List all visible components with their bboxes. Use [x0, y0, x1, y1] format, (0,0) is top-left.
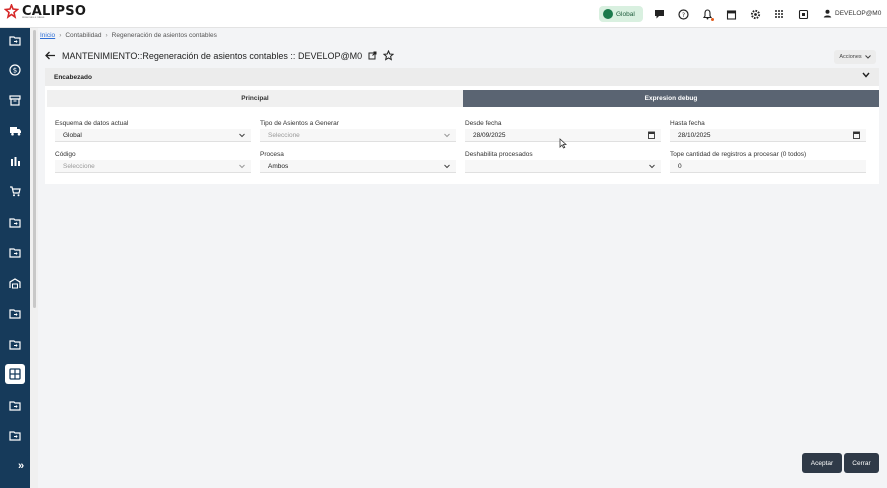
sidebar-money-icon[interactable]: $	[5, 60, 25, 80]
environment-label: Global	[616, 10, 635, 18]
globe-icon	[603, 9, 613, 19]
actions-label: Acciones	[839, 54, 862, 60]
apps-grid-icon[interactable]	[773, 8, 785, 20]
breadcrumb-item[interactable]: Contabilidad	[65, 32, 101, 39]
tope-field: Tope cantidad de registros a procesar (0…	[670, 151, 866, 173]
sidebar-truck-icon[interactable]	[5, 121, 25, 141]
codigo-placeholder: Seleccione	[63, 162, 95, 170]
favorite-star-icon[interactable]	[383, 50, 395, 61]
hasta-fecha-field: Hasta fecha 28/10/2025	[670, 120, 866, 142]
chevron-down-icon	[862, 72, 870, 78]
breadcrumb-home-link[interactable]: Inicio	[40, 32, 55, 39]
hasta-fecha-label: Hasta fecha	[670, 120, 705, 127]
tipo-asientos-field: Tipo de Asientos a Generar Seleccione	[260, 120, 456, 142]
deshabilita-select[interactable]	[465, 160, 661, 173]
close-button[interactable]: Cerrar	[844, 453, 879, 473]
accept-button[interactable]: Aceptar	[802, 453, 842, 473]
calipso-logo-icon	[4, 4, 19, 19]
tab-principal[interactable]: Principal	[47, 90, 463, 107]
calendar-icon[interactable]	[853, 131, 860, 139]
brand-logo[interactable]: CALIPSO	[4, 4, 86, 19]
deshabilita-label: Deshabilita procesados	[465, 151, 533, 158]
deshabilita-field: Deshabilita procesados	[465, 151, 661, 173]
tab-expresion-debug[interactable]: Expresion debug	[463, 90, 879, 107]
sidebar-folder-icon[interactable]	[5, 30, 25, 50]
procesa-label: Procesa	[260, 151, 284, 158]
sidebar: $	[0, 28, 30, 488]
notifications-bell-icon[interactable]	[701, 8, 714, 21]
svg-text:$: $	[13, 67, 17, 75]
hasta-fecha-input[interactable]: 28/10/2025	[670, 129, 866, 142]
user-label: DEVELOP@M0	[835, 10, 882, 17]
tope-label: Tope cantidad de registros a procesar (0…	[670, 151, 807, 158]
schema-select[interactable]: Global	[55, 129, 251, 142]
back-arrow-icon[interactable]	[45, 51, 56, 60]
chevron-down-icon	[444, 133, 450, 138]
chevron-down-icon	[864, 55, 871, 59]
environment-selector[interactable]: Global	[599, 6, 643, 22]
help-icon[interactable]: ?	[677, 8, 689, 20]
open-external-icon[interactable]	[368, 51, 377, 60]
tipo-asientos-placeholder: Seleccione	[268, 131, 300, 139]
brand-tagline: sistemas e ideas	[22, 15, 45, 19]
sidebar-accounting-table-icon[interactable]	[5, 364, 25, 384]
chevron-down-icon	[239, 133, 245, 138]
settings-gear-icon[interactable]	[749, 8, 761, 20]
sidebar-expand-button[interactable]: »	[10, 454, 32, 478]
sidebar-folder-icon[interactable]	[5, 395, 25, 415]
codigo-select[interactable]: Seleccione	[55, 160, 251, 173]
hasta-fecha-value: 28/10/2025	[678, 131, 711, 139]
actions-dropdown[interactable]: Acciones	[834, 50, 876, 64]
chevron-down-icon	[239, 164, 245, 169]
section-header[interactable]: Encabezado	[45, 68, 879, 86]
tope-input[interactable]: 0	[670, 160, 866, 173]
svg-text:?: ?	[681, 12, 684, 19]
chat-icon[interactable]	[653, 8, 665, 20]
schema-label: Esquema de datos actual	[55, 120, 129, 127]
chevron-down-icon	[649, 164, 655, 169]
schema-value: Global	[63, 131, 82, 139]
sidebar-folder-icon[interactable]	[5, 303, 25, 323]
chevron-right-icon: ›	[59, 32, 62, 39]
user-menu[interactable]: DEVELOP@M0	[823, 9, 881, 18]
procesa-field: Procesa Ambos	[260, 151, 456, 173]
sidebar-folder-icon[interactable]	[5, 334, 25, 354]
sidebar-folder-icon[interactable]	[5, 242, 25, 262]
tipo-asientos-select[interactable]: Seleccione	[260, 129, 456, 142]
form-panel: Encabezado Principal Expresion debug Esq…	[45, 68, 879, 184]
page-title: MANTENIMIENTO::Regeneración de asientos …	[62, 50, 363, 61]
window-icon[interactable]	[797, 8, 809, 20]
calendar-icon[interactable]	[725, 8, 737, 20]
notification-dot	[711, 18, 714, 21]
double-chevron-right-icon: »	[17, 460, 25, 472]
sidebar-cart-icon[interactable]	[5, 181, 25, 201]
tab-bar: Principal Expresion debug	[47, 90, 879, 107]
user-icon	[823, 9, 832, 18]
procesa-value: Ambos	[268, 162, 289, 170]
top-bar: CALIPSO sistemas e ideas Global ? DEVELO…	[0, 0, 887, 28]
chevron-down-icon	[444, 164, 450, 169]
sidebar-warehouse-icon[interactable]	[5, 273, 25, 293]
sidebar-folder-icon[interactable]	[5, 212, 25, 232]
codigo-field: Código Seleccione	[55, 151, 251, 173]
sidebar-archive-icon[interactable]	[5, 90, 25, 110]
calendar-icon[interactable]	[648, 131, 655, 139]
desde-fecha-value: 28/09/2025	[473, 131, 506, 139]
sidebar-folder-icon[interactable]	[5, 425, 25, 445]
breadcrumb: Inicio › Contabilidad › Regeneración de …	[40, 32, 217, 39]
sidebar-bar-chart-icon[interactable]	[5, 151, 25, 171]
tipo-asientos-label: Tipo de Asientos a Generar	[260, 120, 339, 127]
codigo-label: Código	[55, 151, 76, 158]
schema-field: Esquema de datos actual Global	[55, 120, 251, 142]
page-header: MANTENIMIENTO::Regeneración de asientos …	[45, 50, 395, 61]
procesa-select[interactable]: Ambos	[260, 160, 456, 173]
desde-fecha-label: Desde fecha	[465, 120, 502, 127]
breadcrumb-current: Regeneración de asientos contables	[111, 32, 217, 39]
section-title: Encabezado	[54, 73, 92, 81]
mouse-cursor-icon	[559, 138, 567, 149]
tope-value: 0	[678, 162, 682, 170]
chevron-right-icon: ›	[105, 32, 108, 39]
sidebar-scrollbar[interactable]	[33, 30, 36, 308]
